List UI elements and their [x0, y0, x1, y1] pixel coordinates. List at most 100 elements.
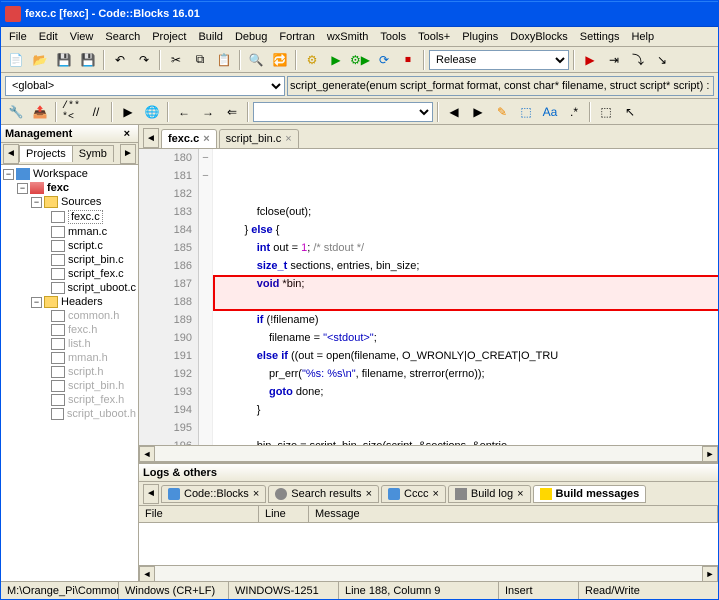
close-icon[interactable]: × [366, 488, 372, 500]
close-icon[interactable]: × [517, 488, 523, 500]
build-target-combo[interactable]: Release [429, 50, 569, 70]
debug-next-button[interactable]: ⤵ [627, 49, 649, 71]
pointer-tool-button[interactable]: ↖ [619, 101, 641, 123]
tree-file-fexc-c[interactable]: fexc.c [3, 209, 136, 225]
highlight-opts-button[interactable]: ⬚ [515, 101, 537, 123]
save-button[interactable]: 💾 [53, 49, 75, 71]
close-icon[interactable]: × [253, 488, 259, 500]
mgmt-tab-prev[interactable]: ◄ [3, 144, 19, 164]
menu-edit[interactable]: Edit [33, 29, 64, 45]
doxy-extract-button[interactable]: 📤 [29, 101, 51, 123]
menu-tools[interactable]: Tools [374, 29, 412, 45]
menu-fortran[interactable]: Fortran [273, 29, 320, 45]
debug-start-button[interactable]: ▶ [579, 49, 601, 71]
doxy-run-button[interactable]: ▶ [117, 101, 139, 123]
highlight-clear-button[interactable]: ✎ [491, 101, 513, 123]
tree-file-script-c[interactable]: script.c [3, 239, 136, 253]
tree-file-script-bin-c[interactable]: script_bin.c [3, 253, 136, 267]
select-tool-button[interactable]: ⬚ [595, 101, 617, 123]
menu-plugins[interactable]: Plugins [456, 29, 504, 45]
code-content[interactable]: fclose(out); } else { int out = 1; /* st… [213, 149, 718, 445]
build-messages-grid[interactable]: File Line Message [139, 506, 718, 565]
debug-run-cursor-button[interactable]: ⇥ [603, 49, 625, 71]
rebuild-button[interactable]: ⟳ [373, 49, 395, 71]
tab-build-log[interactable]: Build log× [448, 485, 531, 503]
tab-fexc-c[interactable]: fexc.c × [161, 129, 217, 148]
tree-file-list-h[interactable]: list.h [3, 337, 136, 351]
col-line[interactable]: Line [259, 506, 309, 522]
hscroll-left[interactable]: ◄ [139, 446, 155, 462]
doxy-html-button[interactable]: 🌐 [141, 101, 163, 123]
debug-step-button[interactable]: ↘ [651, 49, 673, 71]
menu-doxyblocks[interactable]: DoxyBlocks [504, 29, 573, 45]
tree-file-script-bin-h[interactable]: script_bin.h [3, 379, 136, 393]
tree-sources-folder[interactable]: −Sources [3, 195, 136, 209]
tree-file-fexc-h[interactable]: fexc.h [3, 323, 136, 337]
build-button[interactable]: ⚙ [301, 49, 323, 71]
redo-button[interactable]: ↷ [133, 49, 155, 71]
highlight-prev-button[interactable]: ◀ [443, 101, 465, 123]
scope-combo[interactable]: <global> [5, 76, 285, 96]
tree-file-mman-c[interactable]: mman.c [3, 225, 136, 239]
tree-file-script-fex-c[interactable]: script_fex.c [3, 267, 136, 281]
nav-last-button[interactable]: ⇐ [221, 101, 243, 123]
open-button[interactable]: 📂 [29, 49, 51, 71]
tree-file-script-uboot-c[interactable]: script_uboot.c [3, 281, 136, 295]
run-button[interactable]: ▶ [325, 49, 347, 71]
cut-button[interactable]: ✂ [165, 49, 187, 71]
replace-button[interactable]: 🔁 [269, 49, 291, 71]
menu-help[interactable]: Help [625, 29, 660, 45]
menu-tools-plus[interactable]: Tools+ [412, 29, 456, 45]
tab-codeblocks-log[interactable]: Code::Blocks× [161, 485, 266, 503]
editor-hscroll[interactable]: ◄ ► [139, 445, 718, 461]
search-combo[interactable] [253, 102, 433, 122]
copy-button[interactable]: ⧉ [189, 49, 211, 71]
tab-build-messages[interactable]: Build messages [533, 485, 647, 503]
menu-settings[interactable]: Settings [574, 29, 626, 45]
menu-search[interactable]: Search [99, 29, 146, 45]
col-message[interactable]: Message [309, 506, 718, 522]
new-file-button[interactable]: 📄 [5, 49, 27, 71]
tab-script-bin-c[interactable]: script_bin.c × [219, 129, 299, 148]
hscroll-track[interactable] [155, 446, 702, 461]
build-run-button[interactable]: ⚙▶ [349, 49, 371, 71]
paste-button[interactable]: 📋 [213, 49, 235, 71]
project-tree[interactable]: −Workspace −fexc −Sources fexc.c mman.c … [1, 165, 138, 581]
menu-project[interactable]: Project [146, 29, 192, 45]
menu-view[interactable]: View [64, 29, 100, 45]
fold-column[interactable]: −− [199, 149, 213, 445]
menu-file[interactable]: File [3, 29, 33, 45]
highlight-next-button[interactable]: ▶ [467, 101, 489, 123]
match-case-button[interactable]: Aa [539, 101, 561, 123]
tree-headers-folder[interactable]: −Headers [3, 295, 136, 309]
doxy-block-comment-button[interactable]: /** *< [61, 101, 83, 123]
doxy-line-comment-button[interactable]: // [85, 101, 107, 123]
doxy-wizard-button[interactable]: 🔧 [5, 101, 27, 123]
save-all-button[interactable]: 💾 [77, 49, 99, 71]
menu-wxsmith[interactable]: wxSmith [321, 29, 375, 45]
abort-button[interactable]: ⏹ [397, 49, 419, 71]
close-icon[interactable]: × [432, 488, 438, 500]
logs-hscroll-right[interactable]: ► [702, 566, 718, 581]
tree-file-script-uboot-h[interactable]: script_uboot.h [3, 407, 136, 421]
find-button[interactable]: 🔍 [245, 49, 267, 71]
tree-file-common-h[interactable]: common.h [3, 309, 136, 323]
menu-build[interactable]: Build [192, 29, 228, 45]
code-editor[interactable]: 1801811821831841851861871881891901911921… [139, 149, 718, 445]
nav-forward-button[interactable]: → [197, 101, 219, 123]
tree-file-mman-h[interactable]: mman.h [3, 351, 136, 365]
logs-hscroll[interactable]: ◄ ► [139, 565, 718, 581]
tree-project[interactable]: −fexc [3, 181, 136, 195]
tree-file-script-h[interactable]: script.h [3, 365, 136, 379]
logs-hscroll-track[interactable] [155, 566, 702, 581]
tree-file-script-fex-h[interactable]: script_fex.h [3, 393, 136, 407]
tab-close-script-bin[interactable]: × [285, 133, 291, 145]
logs-tab-prev[interactable]: ◄ [143, 484, 159, 504]
tree-workspace[interactable]: −Workspace [3, 167, 136, 181]
tab-close-fexc[interactable]: × [203, 133, 209, 145]
nav-back-button[interactable]: ← [173, 101, 195, 123]
menu-debug[interactable]: Debug [229, 29, 273, 45]
tab-cccc[interactable]: Cccc× [381, 485, 446, 503]
col-file[interactable]: File [139, 506, 259, 522]
logs-hscroll-left[interactable]: ◄ [139, 566, 155, 581]
